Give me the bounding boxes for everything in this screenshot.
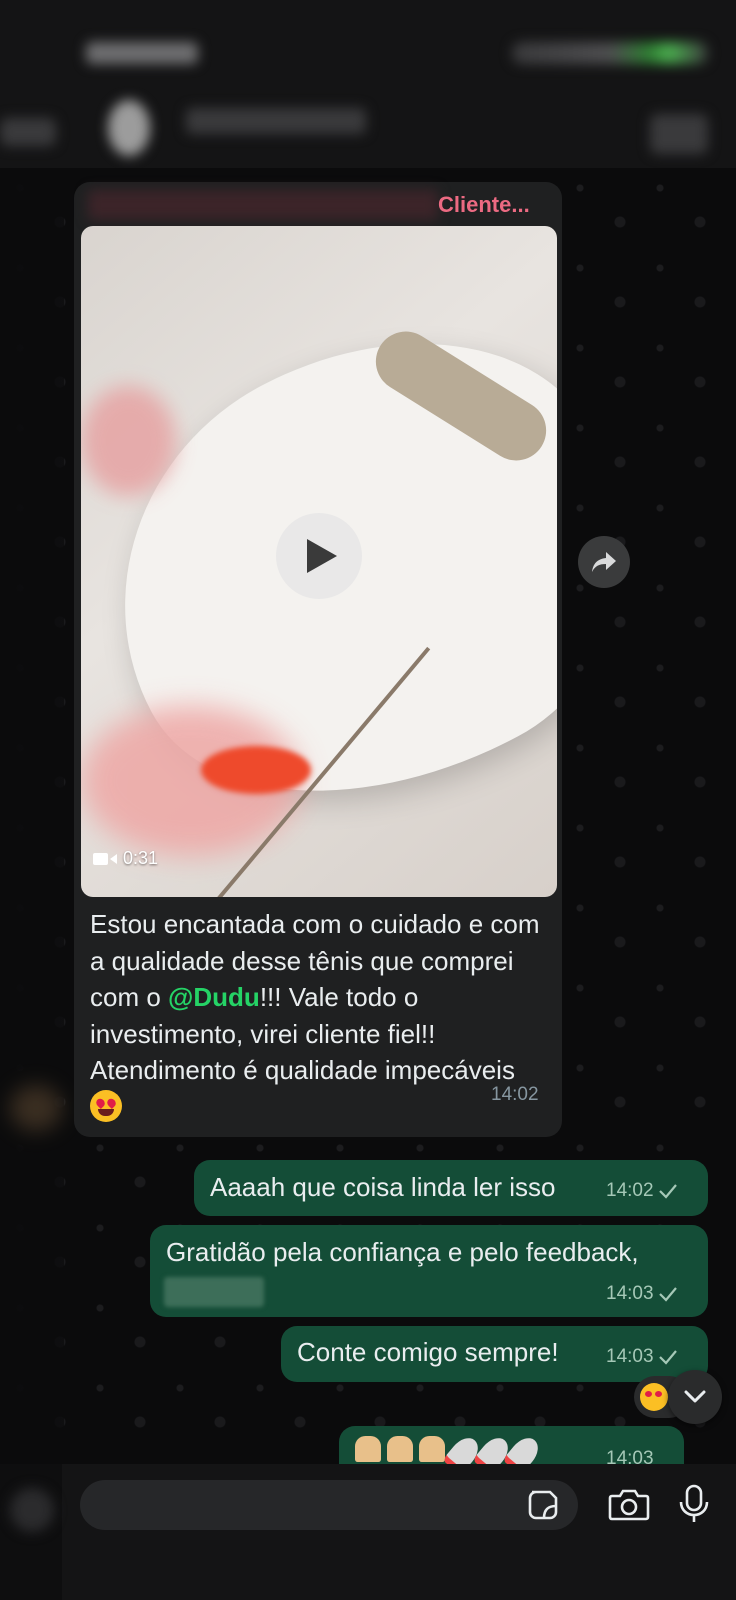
- camera-icon[interactable]: [608, 1486, 650, 1522]
- sender-name: Cliente...: [438, 192, 530, 217]
- message-text: Aaaah que coisa linda ler isso: [210, 1172, 556, 1202]
- composer-left-area: [0, 1464, 62, 1600]
- chevron-down-icon: [684, 1390, 706, 1403]
- outgoing-message-bubble[interactable]: 14:03: [339, 1426, 684, 1464]
- heart-eyes-emoji: [90, 1089, 122, 1122]
- pray-emoji: [355, 1436, 381, 1462]
- outgoing-message-bubble[interactable]: Aaaah que coisa linda ler isso 14:02: [194, 1160, 708, 1216]
- play-button[interactable]: [276, 513, 362, 599]
- message-timestamp: 14:03: [606, 1448, 654, 1464]
- video-thumbnail[interactable]: 0:31: [81, 226, 557, 897]
- rocket-emoji: [502, 1432, 544, 1464]
- reply-preview[interactable]: [88, 190, 438, 220]
- avatar[interactable]: [108, 100, 150, 156]
- check-icon: [658, 1350, 677, 1365]
- message-timestamp: 14:02: [491, 1084, 539, 1105]
- outgoing-message-bubble[interactable]: Gratidão pela confiança e pelo feedback,…: [150, 1225, 708, 1317]
- video-duration-label: 0:31: [123, 848, 159, 868]
- header-action-button[interactable]: [650, 114, 708, 154]
- video-camera-icon: [93, 852, 117, 865]
- pray-emoji: [419, 1436, 445, 1462]
- video-frame-finger: [81, 386, 176, 496]
- message-input[interactable]: [80, 1480, 578, 1530]
- left-edge-shade: [0, 168, 64, 1464]
- pray-emoji: [387, 1436, 413, 1462]
- redacted-name: [164, 1277, 264, 1307]
- sticker-icon[interactable]: [526, 1488, 560, 1522]
- status-icons: [512, 42, 708, 64]
- forward-icon: [592, 552, 616, 572]
- timestamp-label: 14:02: [606, 1180, 654, 1201]
- scroll-down-button[interactable]: [668, 1370, 722, 1424]
- back-button[interactable]: [0, 118, 56, 146]
- mention-link[interactable]: @Dudu: [168, 982, 260, 1012]
- outgoing-message-bubble[interactable]: Conte comigo sempre! 14:03: [281, 1326, 708, 1382]
- microphone-icon[interactable]: [676, 1484, 712, 1524]
- check-icon: [658, 1287, 677, 1302]
- message-text: Conte comigo sempre!: [297, 1337, 559, 1367]
- message-timestamp: 14:03: [606, 1346, 678, 1368]
- timestamp-label: 14:03: [606, 1346, 654, 1367]
- video-frame-nail: [201, 746, 311, 794]
- heart-eyes-emoji: [640, 1383, 668, 1411]
- timestamp-label: 14:03: [606, 1283, 654, 1304]
- attach-button[interactable]: [10, 1488, 54, 1532]
- status-time: [86, 42, 198, 64]
- blurred-element: [10, 1085, 62, 1131]
- message-text: Gratidão pela confiança e pelo feedback,: [166, 1237, 639, 1267]
- check-icon: [658, 1184, 677, 1199]
- forward-button[interactable]: [578, 536, 630, 588]
- play-icon: [307, 539, 337, 573]
- message-timestamp: 14:02: [606, 1180, 678, 1202]
- contact-name[interactable]: [186, 108, 366, 134]
- emoji-row: [355, 1432, 544, 1464]
- message-caption: Estou encantada com o cuidado e com a qu…: [90, 906, 550, 1125]
- message-timestamp: 14:03: [606, 1283, 678, 1305]
- video-duration: 0:31: [93, 848, 158, 869]
- timestamp-label: 14:03: [606, 1448, 654, 1464]
